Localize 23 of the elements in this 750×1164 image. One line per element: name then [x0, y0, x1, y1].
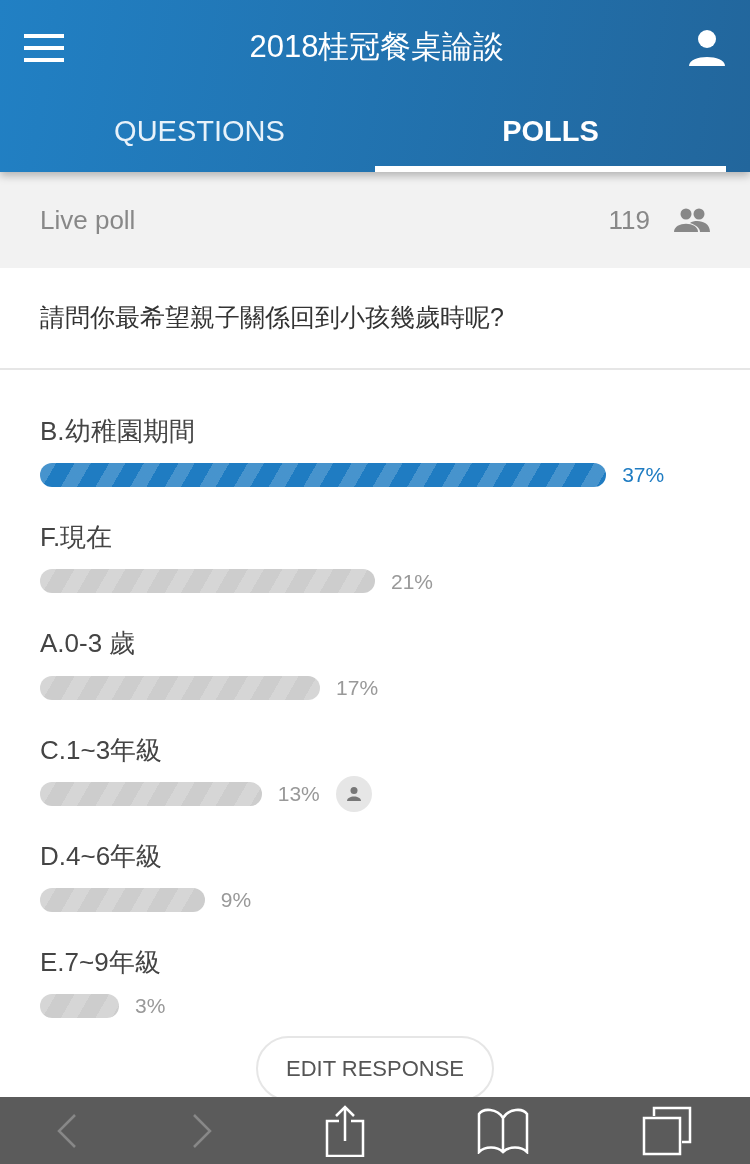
percentage: 17%	[336, 674, 379, 701]
book-icon[interactable]	[477, 1107, 530, 1154]
menu-button[interactable]	[24, 31, 66, 64]
tab[interactable]: QUESTIONS	[24, 95, 375, 172]
participant-count: 119	[608, 203, 650, 237]
option-label: C.1~3年級	[40, 734, 164, 766]
account-button[interactable]	[688, 28, 726, 67]
option-label: E.7~9年級	[40, 946, 162, 979]
share-icon[interactable]	[324, 1104, 365, 1157]
question-text: 請問你最希望親子關係回到小孩幾歲時呢?	[40, 302, 504, 334]
option-label: B.幼稚園期間	[40, 416, 196, 448]
percentage: 3%	[135, 993, 166, 1020]
percentage: 37%	[622, 462, 665, 489]
option-label: A.0-3 歲	[40, 628, 137, 660]
people-icon	[674, 208, 710, 232]
percentage: 9%	[220, 887, 252, 914]
poll-status: Live poll	[40, 203, 136, 237]
tabs-icon[interactable]	[641, 1105, 694, 1156]
option-label: D.4~6年級	[40, 840, 164, 872]
percentage: 21%	[391, 568, 434, 595]
app-title: 2018桂冠餐桌論談	[249, 28, 505, 67]
percentage: 13%	[277, 781, 320, 807]
option-label: F.現在	[40, 522, 114, 554]
